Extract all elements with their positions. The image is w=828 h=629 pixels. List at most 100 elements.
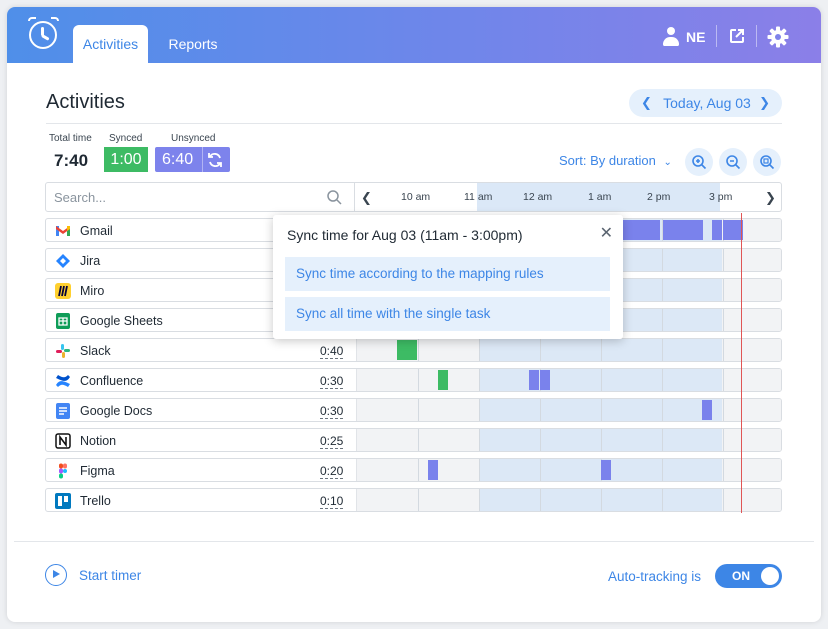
activity-name: Google Docs (80, 404, 153, 418)
activity-name: Trello (80, 494, 111, 508)
tab-reports[interactable]: Reports (157, 25, 229, 63)
zoom-fit-button[interactable] (753, 148, 781, 176)
activity-block[interactable] (702, 400, 712, 420)
hour-label: 2 pm (647, 191, 671, 203)
activity-duration[interactable]: 0:40 (320, 345, 344, 359)
activity-timeline[interactable] (356, 429, 781, 451)
activity-block[interactable] (397, 340, 417, 360)
top-bar: Activities Reports NE (7, 7, 821, 63)
sort-dropdown[interactable]: Sort: By duration ⌄ (559, 153, 672, 168)
current-date-button[interactable]: Today, Aug 03 (661, 95, 753, 111)
hour-label: 11 am (464, 191, 493, 203)
sync-icon[interactable] (206, 151, 224, 169)
current-time-line (741, 213, 742, 513)
gmail-icon (56, 226, 70, 236)
activity-block[interactable] (663, 220, 703, 240)
unsynced-value: 6:40 (162, 151, 194, 168)
synced-label: Synced (109, 133, 143, 144)
google-docs-icon (56, 403, 70, 419)
user-initials[interactable]: NE (686, 29, 705, 45)
activity-duration[interactable]: 0:30 (320, 375, 344, 389)
activity-block[interactable] (540, 370, 550, 390)
activity-name: Jira (80, 254, 101, 268)
toggle-state: ON (732, 569, 750, 583)
prev-day-button[interactable]: ❮ (641, 95, 652, 111)
activity-block[interactable] (529, 370, 539, 390)
activity-row-confluence[interactable]: Confluence 0:30 (45, 368, 782, 392)
close-icon[interactable]: ✕ (600, 223, 613, 243)
activity-row-figma[interactable]: Figma 0:20 (45, 458, 782, 482)
user-icon[interactable] (663, 27, 679, 47)
chevron-down-icon: ⌄ (663, 157, 672, 168)
timeline-header: ❮ 10 am 11 am 12 am 1 am 2 pm 3 pm ❯ (355, 182, 782, 212)
tab-activities[interactable]: Activities (73, 25, 148, 63)
sort-label: Sort: By duration (559, 153, 656, 168)
hour-label: 3 pm (709, 191, 733, 203)
toggle-knob (761, 567, 779, 585)
activity-timeline[interactable] (356, 459, 781, 481)
popup-title-range: (11am - 3:00pm) (420, 227, 523, 243)
search-input[interactable] (54, 188, 314, 206)
zoom-out-button[interactable] (719, 148, 747, 176)
activity-name: Google Sheets (80, 314, 163, 328)
activity-duration[interactable]: 0:20 (320, 465, 344, 479)
activity-name: Confluence (80, 374, 144, 388)
sync-single-task-button[interactable]: Sync all time with the single task (285, 297, 610, 331)
activity-row-slack[interactable]: Slack 0:40 (45, 338, 782, 362)
figma-icon (59, 463, 67, 479)
page-title: Activities (46, 91, 125, 113)
miro-icon (55, 283, 71, 299)
activity-duration[interactable]: 0:10 (320, 495, 344, 509)
activity-timeline[interactable] (356, 489, 781, 511)
unsynced-label: Unsynced (171, 133, 216, 144)
activity-block[interactable] (438, 370, 448, 390)
popup-title: Sync time for Aug 03 (11am - 3:00pm) (287, 227, 523, 243)
timeline-next-button[interactable]: ❯ (765, 190, 776, 206)
activity-name: Gmail (80, 224, 113, 238)
google-sheets-icon (56, 313, 70, 329)
activity-row-notion[interactable]: Notion 0:25 (45, 428, 782, 452)
start-timer-button[interactable]: Start timer (79, 568, 141, 583)
activity-duration[interactable]: 0:25 (320, 435, 344, 449)
footer-divider (14, 541, 814, 542)
gear-icon[interactable] (767, 26, 789, 48)
activity-row-trello[interactable]: Trello 0:10 (45, 488, 782, 512)
auto-tracking-label: Auto-tracking is (608, 569, 702, 584)
activity-duration[interactable]: 0:30 (320, 405, 344, 419)
activity-block[interactable] (723, 220, 743, 240)
activity-block[interactable] (601, 460, 611, 480)
zoom-out-icon (726, 155, 741, 170)
synced-value: 1:00 (104, 147, 148, 172)
activity-timeline[interactable] (356, 369, 781, 391)
activity-row-google-docs[interactable]: Google Docs 0:30 (45, 398, 782, 422)
confluence-icon (56, 375, 70, 387)
clock-logo-icon[interactable] (29, 21, 57, 49)
external-link-icon[interactable] (729, 28, 745, 44)
zoom-in-button[interactable] (685, 148, 713, 176)
header-divider (756, 25, 757, 47)
sync-popup: Sync time for Aug 03 (11am - 3:00pm) ✕ S… (273, 215, 623, 339)
app-window: Activities Reports NE Activities ❮ Today… (7, 7, 821, 622)
next-day-button[interactable]: ❯ (759, 95, 770, 111)
hour-label: 10 am (401, 191, 431, 203)
activity-timeline[interactable] (356, 399, 781, 421)
activity-block[interactable] (428, 460, 438, 480)
total-time-label: Total time (49, 133, 92, 144)
unsynced-badge: 6:40 (155, 147, 230, 172)
header-divider (716, 25, 717, 47)
slack-icon (56, 344, 70, 358)
total-time-value: 7:40 (54, 151, 89, 170)
jira-icon (56, 254, 70, 268)
activity-name: Slack (80, 344, 111, 358)
sync-by-mapping-button[interactable]: Sync time according to the mapping rules (285, 257, 610, 291)
timeline-prev-button[interactable]: ❮ (361, 190, 372, 206)
activity-block[interactable] (622, 220, 660, 240)
activity-name: Notion (80, 434, 117, 448)
zoom-in-icon (692, 155, 707, 170)
activity-block[interactable] (712, 220, 722, 240)
search-icon[interactable] (327, 190, 342, 205)
activity-timeline[interactable] (356, 339, 781, 361)
auto-tracking-toggle[interactable]: ON (715, 564, 782, 588)
play-icon[interactable] (45, 564, 67, 586)
search-box (45, 182, 355, 212)
